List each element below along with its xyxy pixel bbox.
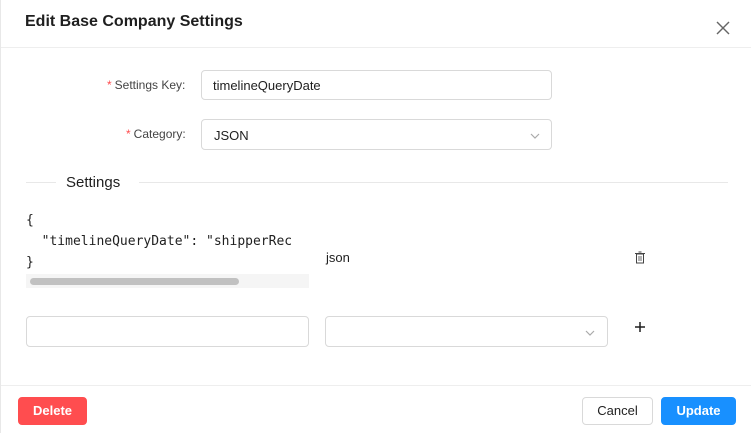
- code-line: {: [26, 213, 34, 228]
- chevron-down-icon: [585, 330, 595, 336]
- chevron-down-icon: [530, 133, 540, 139]
- category-label: * Category:: [126, 127, 186, 141]
- edit-settings-dialog: Edit Base Company Settings * Settings Key…: [0, 0, 751, 433]
- cancel-button[interactable]: Cancel: [582, 397, 653, 425]
- settings-key-input[interactable]: [201, 70, 552, 100]
- settings-key-label: * Settings Key:: [107, 78, 186, 92]
- category-value: JSON: [214, 128, 249, 143]
- delete-button[interactable]: Delete: [18, 397, 87, 425]
- scrollbar-thumb[interactable]: [30, 278, 239, 285]
- trash-icon[interactable]: [634, 251, 646, 264]
- new-setting-key-input[interactable]: [26, 316, 309, 347]
- category-select[interactable]: JSON: [201, 119, 552, 150]
- divider-right: [139, 182, 728, 183]
- plus-icon[interactable]: [632, 319, 648, 335]
- dialog-footer: Delete Cancel Update: [1, 385, 751, 433]
- code-line: "timelineQueryDate": "shipperRec: [26, 234, 293, 249]
- horizontal-scrollbar[interactable]: [26, 274, 309, 288]
- dialog-title: Edit Base Company Settings: [25, 13, 243, 30]
- close-icon[interactable]: [713, 18, 733, 38]
- divider-left: [26, 182, 56, 183]
- settings-section-title: Settings: [66, 174, 121, 191]
- dialog-header: Edit Base Company Settings: [1, 0, 751, 48]
- required-mark: *: [107, 78, 112, 92]
- new-setting-type-select[interactable]: [325, 316, 608, 347]
- code-line: }: [26, 255, 34, 270]
- update-button[interactable]: Update: [661, 397, 736, 425]
- entry-type: json: [326, 250, 350, 265]
- required-mark: *: [126, 127, 131, 141]
